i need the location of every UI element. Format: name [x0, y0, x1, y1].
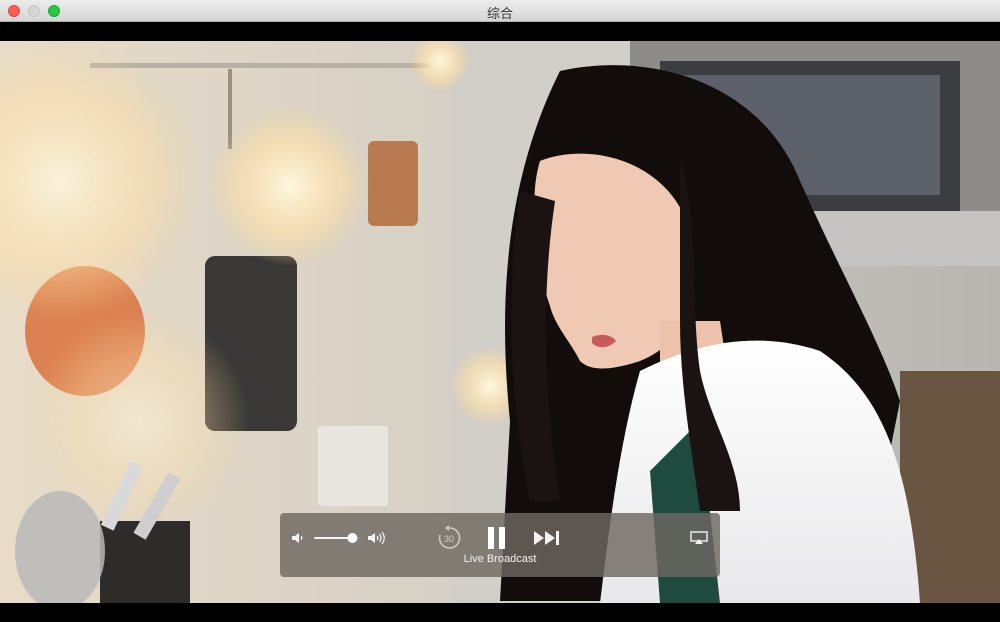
- window-title: 综合: [486, 6, 513, 21]
- svg-text:30: 30: [444, 534, 454, 544]
- window-titlebar: 综合: [0, 0, 1000, 22]
- video-frame[interactable]: 30 Live Broadcast: [0, 41, 1000, 603]
- pause-icon: [488, 527, 505, 549]
- volume-slider[interactable]: [314, 531, 362, 545]
- live-broadcast-label: Live Broadcast: [463, 553, 537, 565]
- playback-controls: 30 Live Broadcast: [280, 513, 720, 577]
